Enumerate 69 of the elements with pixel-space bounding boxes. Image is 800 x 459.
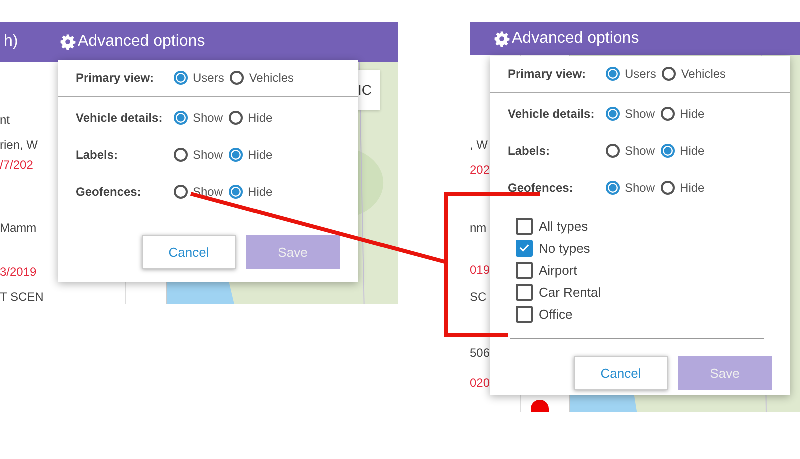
setting-label: Geofences: (76, 184, 142, 198)
radio-button[interactable] (661, 144, 676, 158)
list-text: T SCEN (0, 290, 44, 304)
radio-button[interactable] (174, 110, 188, 124)
radio-button[interactable] (662, 67, 676, 81)
checkbox-label: Car Rental (539, 284, 602, 300)
radio-label: Hide (680, 144, 705, 158)
checkbox[interactable] (516, 306, 533, 322)
radio-button[interactable] (606, 144, 620, 158)
checkbox[interactable] (516, 218, 533, 234)
radio-button[interactable] (229, 184, 244, 198)
setting-label: Geofences: (508, 180, 574, 194)
radio-label: Show (625, 144, 656, 158)
radio-button[interactable] (174, 148, 188, 162)
setting-label: Vehicle details: (76, 110, 164, 124)
radio-button[interactable] (606, 67, 620, 81)
list-text: 020 (470, 376, 490, 390)
radio-label: Show (625, 106, 656, 120)
list-text: 3/2019 (0, 265, 37, 279)
list-text: nt (0, 113, 10, 127)
list-text: /7/202 (0, 158, 34, 172)
dialog-title: Advanced options (78, 33, 206, 51)
radio-label: Vehicles (681, 67, 726, 81)
setting-label: Labels: (508, 144, 552, 158)
radio-label: Hide (248, 148, 273, 162)
radio-button[interactable] (229, 110, 244, 124)
cancel-button[interactable]: Cancel (142, 235, 236, 269)
checkbox-label: No types (539, 240, 590, 256)
setting-label: Primary view: (76, 71, 156, 85)
setting-label: Primary view: (508, 67, 588, 81)
radio-button[interactable] (606, 106, 620, 120)
radio-button[interactable] (661, 180, 676, 194)
radio-button[interactable] (229, 148, 244, 162)
radio-button[interactable] (174, 71, 188, 85)
checkbox[interactable] (516, 240, 533, 256)
checkbox-label: Airport (539, 262, 578, 278)
list-text: 506 (470, 346, 490, 360)
radio-label: Show (193, 110, 224, 124)
radio-label: Hide (680, 180, 705, 194)
list-text: 019 (470, 263, 490, 277)
cancel-button[interactable]: Cancel (574, 356, 668, 390)
gear-icon (60, 34, 76, 50)
radio-label: Hide (248, 184, 273, 198)
setting-label: Vehicle details: (508, 106, 596, 120)
checkbox[interactable] (516, 262, 533, 278)
list-text: nm (470, 221, 487, 235)
radio-button[interactable] (606, 180, 620, 194)
radio-label: Vehicles (249, 71, 294, 85)
list-text: , W (470, 138, 488, 152)
checkbox-label: Office (539, 306, 573, 322)
radio-label: Hide (248, 110, 273, 124)
radio-label: Show (625, 180, 656, 194)
list-text: rien, W (0, 138, 38, 152)
list-text: Mamm (0, 221, 37, 235)
radio-label: Hide (680, 106, 705, 120)
radio-button[interactable] (661, 106, 676, 120)
header-text: h) (3, 33, 20, 51)
setting-label: Labels: (76, 148, 120, 162)
checkbox[interactable] (516, 284, 533, 300)
radio-label: Users (193, 71, 224, 85)
list-text: SC (470, 290, 487, 304)
list-text: 202 (470, 163, 490, 177)
radio-button[interactable] (230, 71, 244, 85)
checkbox-label: All types (539, 218, 588, 234)
radio-label: Users (625, 67, 656, 81)
gear-icon (494, 30, 510, 46)
radio-button[interactable] (174, 184, 188, 198)
dialog-title: Advanced options (512, 30, 640, 48)
radio-label: Show (193, 148, 224, 162)
